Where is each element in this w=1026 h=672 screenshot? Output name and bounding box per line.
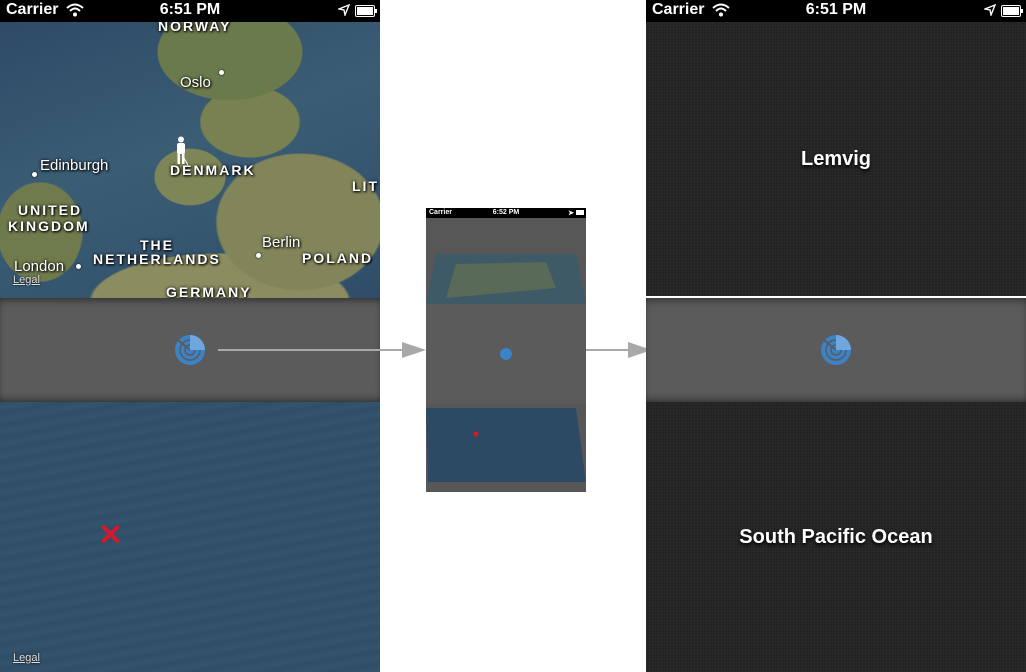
- satellite-map-top[interactable]: NORWAY DENMARK UNITED KINGDOM THE NETHER…: [0, 22, 380, 298]
- battery-icon-right: [1001, 5, 1023, 17]
- radar-globe-icon[interactable]: [174, 334, 206, 366]
- city-dot-oslo: [219, 70, 224, 75]
- map-label-london: London: [14, 258, 65, 275]
- city-dot-edinburgh: [32, 172, 37, 177]
- map-label-berlin: Berlin: [262, 234, 301, 251]
- map-label-poland: POLAND: [302, 250, 374, 266]
- map-label-kingdom: KINGDOM: [8, 218, 90, 234]
- clock: 6:51 PM: [159, 1, 221, 18]
- left-phone-screen: Carrier 6:51 PM NORWAY DENMARK UNITED KI…: [0, 0, 380, 672]
- battery-icon: [355, 5, 377, 17]
- clock-right: 6:51 PM: [805, 1, 867, 18]
- status-bar-right: Carrier 6:51 PM: [646, 0, 1026, 22]
- transition-preview-phone: Carrier 6:52 PM ➤: [426, 208, 586, 492]
- mini-battery-icon: [576, 210, 584, 215]
- location-title-bottom: South Pacific Ocean: [739, 526, 933, 548]
- satellite-map-bottom[interactable]: ✕ Legal: [0, 402, 380, 672]
- map-label-netherlands: NETHERLANDS: [93, 251, 221, 267]
- location-panel-top[interactable]: Lemvig: [646, 22, 1026, 296]
- x-marker-icon[interactable]: ✕: [98, 518, 123, 553]
- map-label-germany: GERMANY: [166, 284, 252, 298]
- mini-clock: 6:52 PM: [492, 209, 520, 216]
- mini-status-bar: Carrier 6:52 PM ➤: [426, 208, 586, 218]
- location-panel-bottom[interactable]: South Pacific Ocean: [646, 402, 1026, 672]
- right-phone-screen: Carrier 6:51 PM Lemvig South Pacific Oce…: [646, 0, 1026, 672]
- map-label-edinburgh: Edinburgh: [40, 157, 109, 174]
- city-dot-london: [76, 264, 81, 269]
- city-dot-berlin: [256, 253, 261, 258]
- map-label-norway: NORWAY: [158, 22, 232, 34]
- person-pin-icon[interactable]: [174, 136, 188, 166]
- map-label-oslo: Oslo: [180, 74, 211, 91]
- status-bar: Carrier 6:51 PM: [0, 0, 380, 22]
- location-arrow-icon-right: [984, 4, 996, 16]
- right-arrow-icon: [218, 342, 426, 358]
- location-arrow-icon: [338, 4, 350, 16]
- location-title-top: Lemvig: [800, 148, 872, 170]
- radar-globe-icon-right[interactable]: [820, 334, 852, 366]
- mini-location-arrow-icon: ➤: [568, 210, 574, 217]
- legal-link-bottom[interactable]: Legal: [13, 652, 40, 664]
- radar-toolbar-right: [646, 298, 1026, 402]
- map-label-lit: LIT: [352, 178, 379, 194]
- mini-3d-transition: [426, 218, 586, 492]
- legal-link[interactable]: Legal: [13, 274, 40, 286]
- map-label-united: UNITED: [18, 202, 83, 218]
